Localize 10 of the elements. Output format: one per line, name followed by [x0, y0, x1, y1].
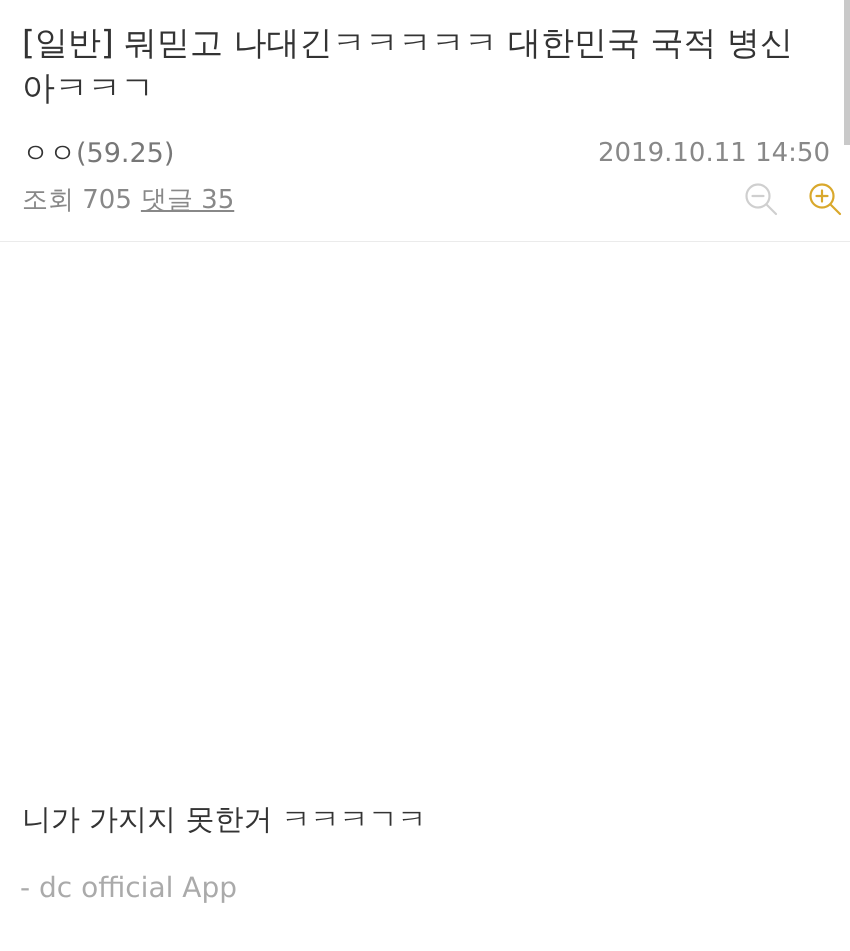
zoom-in-icon[interactable] — [808, 182, 842, 216]
post-title: [일반] 뭐믿고 나대긴ㅋㅋㅋㅋㅋ 대한민국 국적 병신아ㅋㅋㄱ — [22, 22, 794, 109]
app-signature: - dc official App — [20, 870, 238, 906]
author-nickname: ㅇㅇ — [22, 137, 76, 171]
post-date: 2019.10.11 14:50 — [598, 138, 830, 168]
scrollbar-thumb[interactable] — [844, 0, 850, 145]
view-count: 조회 705 — [22, 184, 132, 216]
author-ip: (59.25) — [76, 138, 174, 169]
comment-count-link[interactable]: 댓글 35 — [140, 182, 234, 216]
post-body-text: 니가 가지지 못한거 ㅋㅋㅋㄱㅋ — [22, 801, 428, 838]
